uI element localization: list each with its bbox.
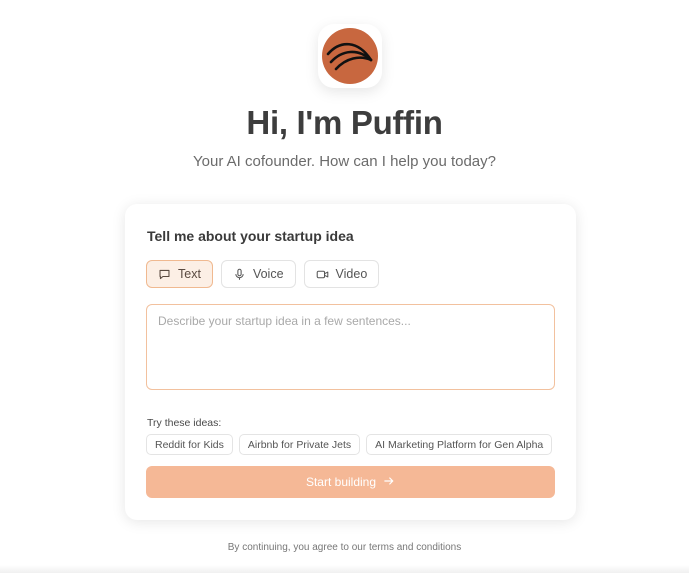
idea-suggestions: Reddit for Kids Airbnb for Private Jets … <box>146 434 553 455</box>
video-camera-icon <box>316 268 329 281</box>
idea-chip[interactable]: Reddit for Kids <box>146 434 233 455</box>
input-mode-tabs: Text Voice Video <box>146 260 380 288</box>
tab-voice-label: Voice <box>252 267 284 281</box>
message-square-icon <box>158 268 171 281</box>
idea-chip[interactable]: AI Marketing Platform for Gen Alpha <box>366 434 553 455</box>
bottom-fade <box>0 565 689 573</box>
page: Hi, I'm Puffin Your AI cofounder. How ca… <box>0 0 689 573</box>
tab-voice[interactable]: Voice <box>220 260 296 288</box>
terms-text: By continuing, you agree to our terms an… <box>227 542 462 553</box>
tab-text-label: Text <box>178 267 201 281</box>
idea-card: Tell me about your startup idea Text Voi… <box>125 204 576 520</box>
start-building-button[interactable]: Start building <box>146 466 555 498</box>
idea-chip[interactable]: Airbnb for Private Jets <box>238 434 361 455</box>
microphone-icon <box>233 268 246 281</box>
card-title: Tell me about your startup idea <box>147 228 354 244</box>
tab-video[interactable]: Video <box>303 260 380 288</box>
start-building-label: Start building <box>305 475 377 489</box>
startup-idea-input[interactable] <box>146 304 555 390</box>
page-title: Hi, I'm Puffin <box>246 104 443 141</box>
try-ideas-label: Try these ideas: <box>147 417 222 429</box>
logo-container <box>318 24 382 88</box>
tab-text[interactable]: Text <box>146 260 213 288</box>
puffin-logo-icon <box>322 28 378 84</box>
tab-video-label: Video <box>335 267 368 281</box>
arrow-right-icon <box>383 475 395 490</box>
page-subtitle: Your AI cofounder. How can I help you to… <box>193 153 496 170</box>
